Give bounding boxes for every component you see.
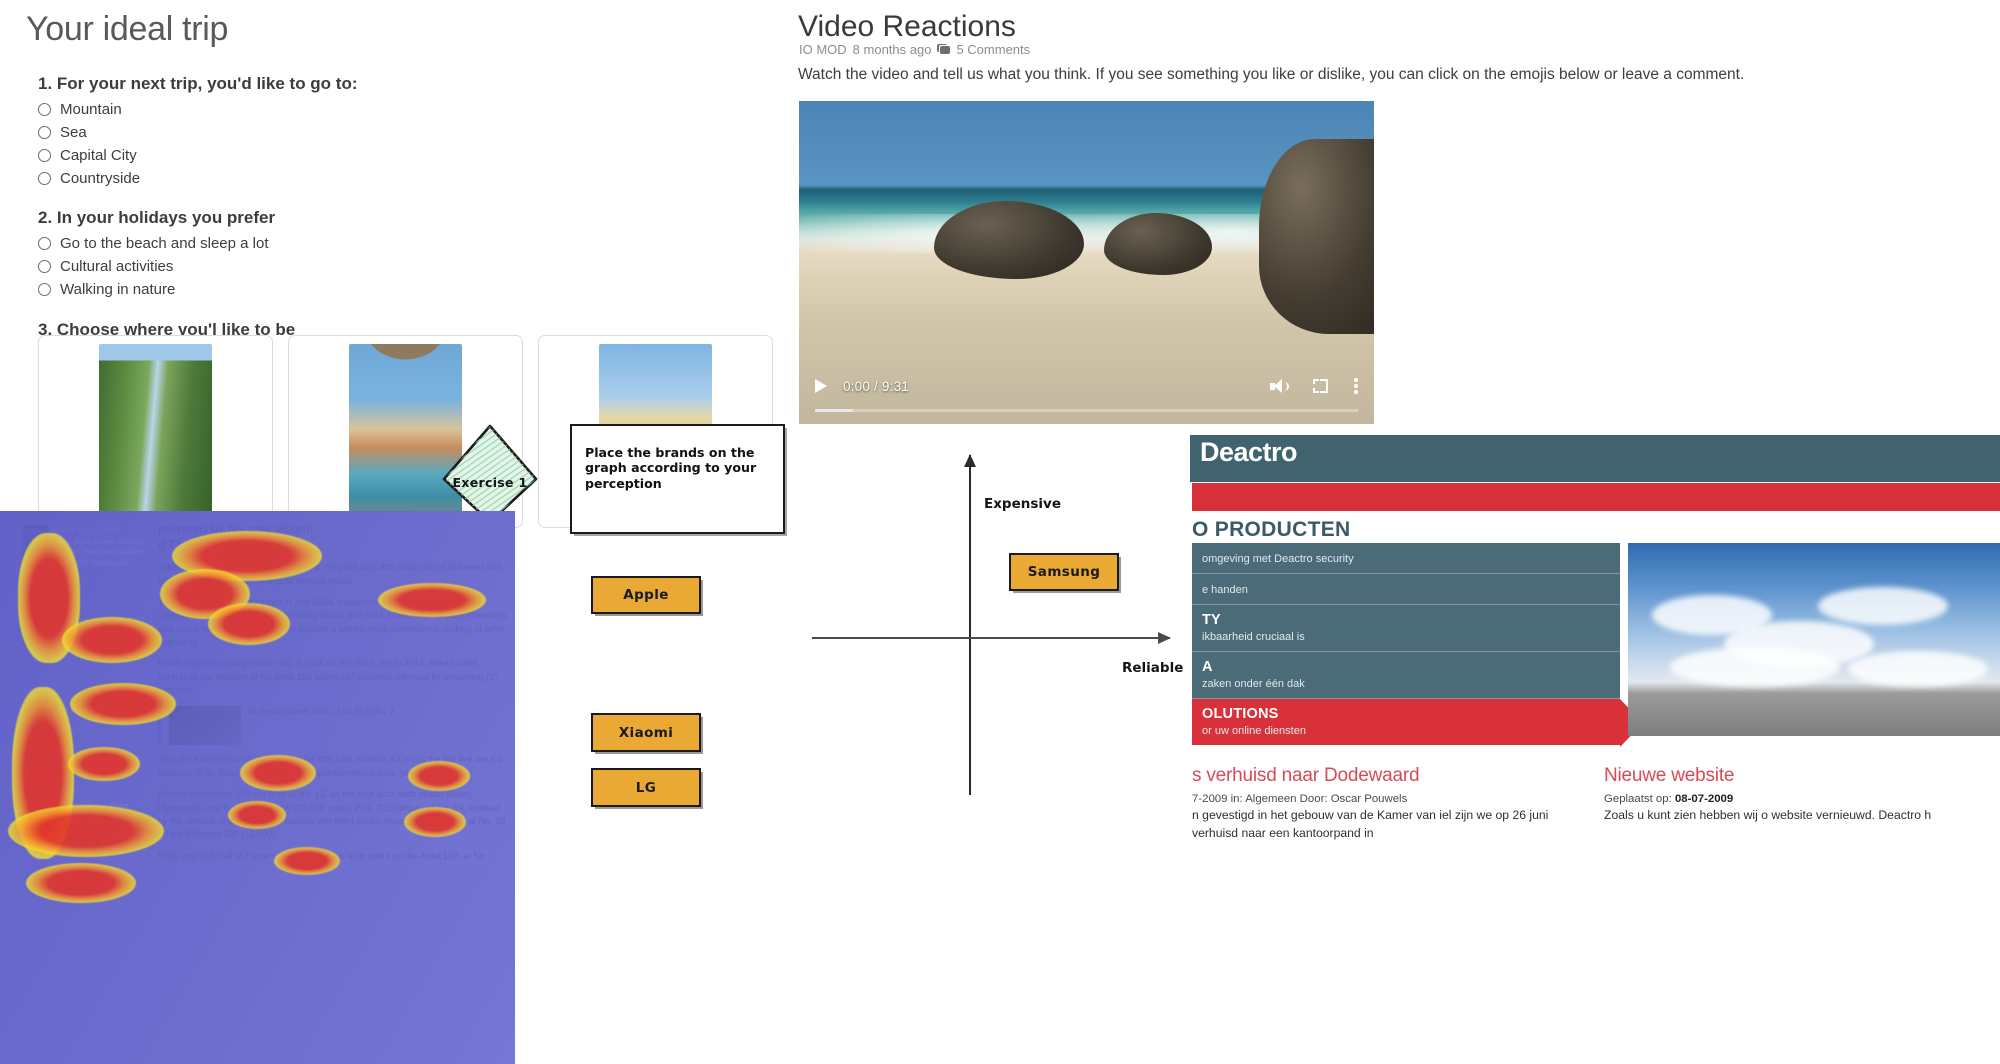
rock-shape — [1259, 139, 1374, 334]
radio-icon[interactable] — [38, 103, 51, 116]
news-body: Zoals u kunt zien hebben wij o website v… — [1604, 808, 1932, 822]
product-row-highlighted[interactable]: OLUTIONS or uw online diensten — [1192, 699, 1643, 747]
option-label: Capital City — [60, 147, 137, 164]
exercise-label: Exercise 1 — [452, 475, 528, 490]
graph-x-axis — [812, 632, 1171, 644]
radio-icon[interactable] — [38, 172, 51, 185]
product-title: TY — [1202, 612, 1221, 628]
option-beach-sleep[interactable]: Go to the beach and sleep a lot — [38, 232, 275, 255]
radio-icon[interactable] — [38, 237, 51, 250]
product-row[interactable]: e handen — [1192, 574, 1620, 605]
product-list: omgeving met Deactro security e handen T… — [1192, 543, 1643, 747]
brand-note-xiaomi[interactable]: Xiaomi — [591, 713, 701, 752]
question-1-title: 1. For your next trip, you'd like to go … — [38, 74, 358, 93]
site-header: Deactro — [1190, 435, 2000, 482]
option-cultural-activities[interactable]: Cultural activities — [38, 255, 275, 278]
option-label: Countryside — [60, 170, 141, 187]
news-headline[interactable]: s verhuisd naar Dodewaard — [1192, 765, 1564, 787]
volume-icon[interactable] — [1270, 378, 1289, 394]
radio-icon[interactable] — [38, 149, 51, 162]
products-heading: O PRODUCTEN — [1192, 518, 1351, 541]
question-2: 2. In your holidays you prefer Go to the… — [38, 208, 275, 301]
video-meta: IO MOD 8 months ago 5 Comments — [799, 42, 1030, 57]
video-description: Watch the video and tell us what you thi… — [798, 66, 1745, 83]
option-countryside[interactable]: Countryside — [38, 167, 358, 190]
option-label: Mountain — [60, 101, 122, 118]
news-posted-date: 08-07-2009 — [1674, 793, 1734, 805]
option-mountain[interactable]: Mountain — [38, 98, 358, 121]
product-row[interactable]: omgeving met Deactro security — [1192, 543, 1620, 574]
site-nav-bar[interactable] — [1192, 483, 2000, 511]
kebab-menu-icon[interactable] — [1354, 378, 1358, 394]
product-sub: zaken onder één dak — [1202, 678, 1305, 690]
instruction-card: Place the brands on the graph according … — [570, 424, 785, 534]
option-label: Sea — [60, 124, 87, 141]
news-body: n gevestigd in het gebouw van de Kamer v… — [1192, 808, 1549, 840]
news-item: Nieuwe website Geplaatst op: 08-07-2009 … — [1604, 765, 1976, 842]
rock-shape — [1104, 213, 1212, 275]
news-meta: Geplaatst op: 08-07-2009 — [1604, 793, 1976, 805]
eyetracking-heatmap-panel: CHART BEAT 3:13 PM Stone Sour Scores Sec… — [0, 511, 515, 1064]
graph-x-axis-label: Reliable — [1122, 660, 1184, 676]
news-item: s verhuisd naar Dodewaard 7-2009 in: Alg… — [1192, 765, 1564, 842]
comments-icon — [937, 44, 951, 55]
image-card-waterfall[interactable] — [38, 335, 273, 528]
sky-clouds-photo — [1628, 543, 2000, 736]
video-comments-count[interactable]: 5 Comments — [956, 42, 1030, 57]
question-1: 1. For your next trip, you'd like to go … — [38, 74, 358, 190]
brand-note-lg[interactable]: LG — [591, 768, 701, 807]
graph-y-axis — [964, 454, 976, 795]
radio-icon[interactable] — [38, 260, 51, 273]
instruction-text: Place the brands on the graph according … — [585, 445, 757, 491]
video-posted: 8 months ago — [852, 42, 932, 57]
video-author: IO MOD — [799, 42, 847, 57]
rock-shape — [934, 201, 1084, 279]
option-label: Walking in nature — [60, 281, 176, 298]
news-author: Door: Oscar Pouwels — [1299, 793, 1408, 805]
news-headline[interactable]: Nieuwe website — [1604, 765, 1976, 787]
site-logo[interactable]: Deactro — [1200, 437, 1298, 468]
screenshot-stage: Your ideal trip 1. For your next trip, y… — [0, 0, 2000, 1064]
news-section: s verhuisd naar Dodewaard 7-2009 in: Alg… — [1190, 765, 2000, 842]
deactro-website-panel: Deactro O PRODUCTEN omgeving met Deactro… — [1190, 435, 2000, 1064]
product-sub: ikbaarheid cruciaal is — [1202, 631, 1305, 643]
video-panel-title: Video Reactions — [798, 10, 1016, 43]
product-title: A — [1202, 659, 1213, 675]
news-posted-label: Geplaatst op: — [1604, 793, 1672, 805]
video-time-display: 0:00 / 9:31 — [843, 378, 910, 394]
waterfall-photo — [99, 344, 212, 527]
option-label: Cultural activities — [60, 258, 174, 275]
product-title: OLUTIONS — [1202, 706, 1279, 722]
option-label: Go to the beach and sleep a lot — [60, 235, 269, 252]
graph-y-axis-label: Expensive — [984, 496, 1061, 512]
product-sub: e handen — [1202, 584, 1248, 596]
news-meta: 7-2009 in: Algemeen Door: Oscar Pouwels — [1192, 793, 1564, 805]
play-icon[interactable] — [815, 379, 827, 393]
page-title: Your ideal trip — [26, 10, 229, 48]
product-sub: or uw online diensten — [1202, 725, 1306, 737]
radio-icon[interactable] — [38, 126, 51, 139]
brand-note-samsung[interactable]: Samsung — [1009, 553, 1119, 591]
question-2-title: 2. In your holidays you prefer — [38, 208, 276, 227]
brand-note-apple[interactable]: Apple — [591, 576, 701, 614]
product-row[interactable]: A zaken onder één dak — [1192, 652, 1620, 699]
news-date: 7-2009 — [1192, 793, 1228, 805]
option-capital-city[interactable]: Capital City — [38, 144, 358, 167]
product-sub: omgeving met Deactro security — [1202, 553, 1354, 565]
option-walking-nature[interactable]: Walking in nature — [38, 278, 275, 301]
exercise-diamond-shape — [442, 424, 538, 524]
fullscreen-icon[interactable] — [1313, 379, 1328, 393]
option-sea[interactable]: Sea — [38, 121, 358, 144]
news-category: in: Algemeen — [1230, 793, 1297, 805]
video-progress-bar[interactable] — [815, 408, 1358, 412]
product-row[interactable]: TY ikbaarheid cruciaal is — [1192, 605, 1620, 652]
radio-icon[interactable] — [38, 283, 51, 296]
video-control-bar: 0:00 / 9:31 — [799, 366, 1374, 424]
video-player[interactable]: 0:00 / 9:31 — [799, 101, 1374, 424]
